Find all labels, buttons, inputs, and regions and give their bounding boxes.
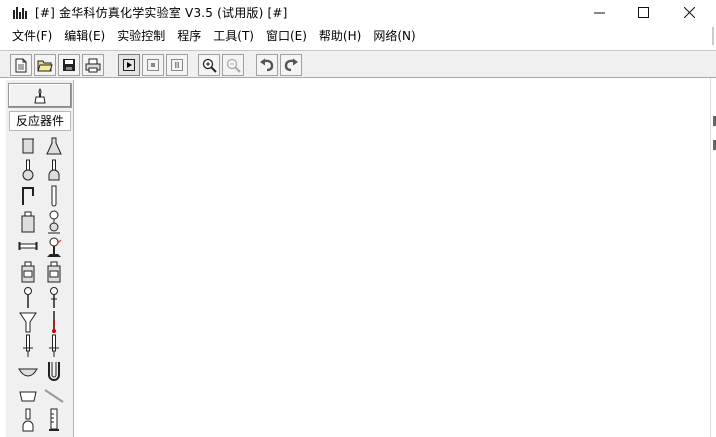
redo-button[interactable] xyxy=(280,54,302,76)
crucible-icon[interactable] xyxy=(16,384,40,408)
test-tube-icon[interactable] xyxy=(42,184,66,208)
app-icon xyxy=(13,5,29,19)
stop-button[interactable] xyxy=(142,54,164,76)
menu-network[interactable]: 网络(N) xyxy=(367,26,421,46)
right-edge xyxy=(710,78,716,437)
palette-category-label: 反应器件 xyxy=(9,111,71,131)
save-icon xyxy=(63,59,75,71)
save-button[interactable] xyxy=(58,54,80,76)
open-button[interactable] xyxy=(34,54,56,76)
title-bar: [#] 金华科仿真化学实验室 V3.5 (试用版) [#] xyxy=(0,0,716,24)
conical-flask-icon[interactable] xyxy=(42,134,66,158)
burette-icon[interactable] xyxy=(16,334,40,358)
burette-2-icon[interactable] xyxy=(42,334,66,358)
window-title: [#] 金华科仿真化学实验室 V3.5 (试用版) [#] xyxy=(35,5,288,20)
menu-tools[interactable]: 工具(T) xyxy=(207,26,260,46)
zoom-out-icon xyxy=(226,58,241,73)
new-file-icon xyxy=(15,58,27,72)
zoom-out-button[interactable] xyxy=(222,54,244,76)
menu-file[interactable]: 文件(F) xyxy=(6,26,58,46)
maximize-button[interactable] xyxy=(620,0,666,24)
dropper-2-icon[interactable] xyxy=(42,286,66,310)
glass-tube-icon[interactable] xyxy=(16,234,40,258)
pause-button[interactable] xyxy=(166,54,188,76)
new-file-button[interactable] xyxy=(10,54,32,76)
bent-tube-icon[interactable] xyxy=(16,184,40,208)
measuring-cylinder-icon[interactable] xyxy=(42,408,66,432)
glass-rod-icon[interactable] xyxy=(42,384,66,408)
menu-help[interactable]: 帮助(H) xyxy=(313,26,367,46)
flat-flask-icon[interactable] xyxy=(42,158,66,182)
minimize-icon xyxy=(593,12,605,13)
close-icon xyxy=(683,6,695,18)
print-button[interactable] xyxy=(82,54,104,76)
gas-bottle-icon[interactable] xyxy=(16,260,40,284)
toolbar xyxy=(0,50,716,78)
print-icon xyxy=(85,58,101,72)
close-button[interactable] xyxy=(666,0,712,24)
evaporating-dish-icon[interactable] xyxy=(16,360,40,384)
dropper-icon[interactable] xyxy=(16,286,40,310)
menu-experiment-control[interactable]: 实验控制 xyxy=(111,26,171,46)
menu-edge xyxy=(712,27,714,45)
experiment-canvas[interactable] xyxy=(75,80,710,437)
maximize-icon xyxy=(637,6,649,18)
heating-tool-button[interactable] xyxy=(8,83,72,108)
zoom-in-button[interactable] xyxy=(198,54,220,76)
small-flask-icon[interactable] xyxy=(16,408,40,432)
redo-icon xyxy=(284,58,298,72)
gas-bottle-2-icon[interactable] xyxy=(42,260,66,284)
menu-edit[interactable]: 编辑(E) xyxy=(58,26,111,46)
menu-window[interactable]: 窗口(E) xyxy=(260,26,313,46)
minimize-button[interactable] xyxy=(576,0,622,24)
separatory-device-icon[interactable] xyxy=(42,210,66,234)
play-icon xyxy=(123,59,135,71)
open-folder-icon xyxy=(37,60,53,72)
stop-icon xyxy=(147,59,159,71)
menu-program[interactable]: 程序 xyxy=(171,26,207,46)
zoom-in-icon xyxy=(202,58,217,73)
undo-icon xyxy=(260,58,274,72)
round-flask-icon[interactable] xyxy=(16,158,40,182)
funnel-icon[interactable] xyxy=(16,310,40,334)
u-tube-icon[interactable] xyxy=(42,360,66,384)
reagent-bottle-icon[interactable] xyxy=(16,210,40,234)
undo-button[interactable] xyxy=(256,54,278,76)
pause-icon xyxy=(171,59,183,71)
thermometer-icon[interactable] xyxy=(42,310,66,334)
equipment-palette: 反应器件 xyxy=(6,80,74,437)
beaker-icon[interactable] xyxy=(16,134,40,158)
menu-bar: 文件(F) 编辑(E) 实验控制 程序 工具(T) 窗口(E) 帮助(H) 网络… xyxy=(0,25,716,47)
run-button[interactable] xyxy=(118,54,140,76)
alcohol-lamp-icon xyxy=(34,87,46,103)
retort-stand-icon[interactable] xyxy=(42,234,66,258)
